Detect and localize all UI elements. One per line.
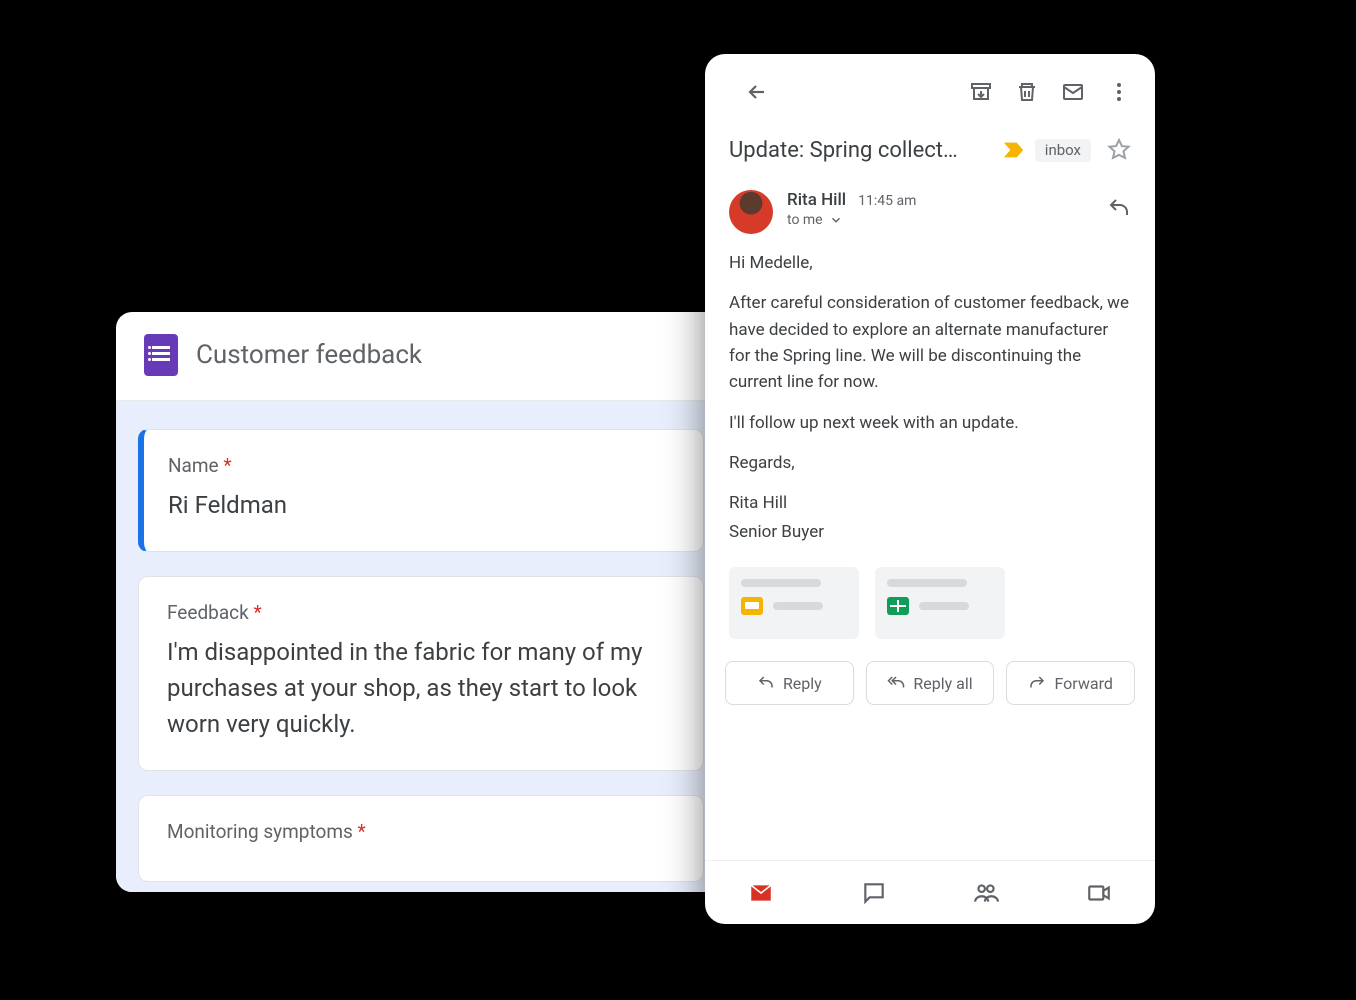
- form-field-name[interactable]: Name * Ri Feldman: [138, 429, 704, 552]
- required-asterisk: *: [358, 820, 366, 843]
- bottom-nav: [705, 860, 1155, 924]
- body-paragraph: After careful consideration of customer …: [729, 290, 1131, 395]
- field-label: Monitoring symptoms *: [167, 820, 675, 843]
- placeholder-line: [887, 579, 967, 587]
- nav-meet-icon[interactable]: [1085, 879, 1113, 907]
- to-label: to me: [787, 212, 823, 228]
- forward-label: Forward: [1054, 674, 1112, 693]
- field-value[interactable]: Ri Feldman: [168, 487, 675, 523]
- placeholder-line: [741, 579, 821, 587]
- label-text: Name: [168, 454, 219, 477]
- reply-icon[interactable]: [1101, 190, 1137, 226]
- sheets-icon: [887, 597, 909, 615]
- forms-title: Customer feedback: [196, 340, 422, 370]
- nav-spaces-icon[interactable]: [972, 879, 1000, 907]
- mark-unread-icon[interactable]: [1055, 74, 1091, 110]
- label-text: Feedback: [167, 601, 249, 624]
- nav-chat-icon[interactable]: [860, 879, 888, 907]
- email-body: Hi Medelle, After careful consideration …: [705, 238, 1155, 563]
- nav-mail-icon[interactable]: [747, 879, 775, 907]
- sender-time: 11:45 am: [858, 193, 916, 209]
- slides-icon: [741, 597, 763, 615]
- field-label: Name *: [168, 454, 675, 477]
- forms-app-icon: [144, 334, 178, 376]
- placeholder-line: [919, 602, 969, 610]
- forms-card: Customer feedback Name * Ri Feldman Feed…: [116, 312, 726, 892]
- signature-name: Rita Hill: [729, 490, 1131, 516]
- action-row: Reply Reply all Forward: [705, 655, 1155, 721]
- sender-meta: Rita Hill 11:45 am to me: [787, 190, 1087, 228]
- star-icon[interactable]: [1101, 132, 1137, 168]
- required-asterisk: *: [253, 601, 261, 624]
- sender-name[interactable]: Rita Hill: [787, 190, 846, 210]
- body-greeting: Hi Medelle,: [729, 250, 1131, 276]
- form-field-monitoring[interactable]: Monitoring symptoms *: [138, 795, 704, 882]
- attachment-sheets[interactable]: [875, 567, 1005, 639]
- field-label: Feedback *: [167, 601, 675, 624]
- reply-all-label: Reply all: [913, 674, 972, 693]
- reply-button[interactable]: Reply: [725, 661, 854, 705]
- form-field-feedback[interactable]: Feedback * I'm disappointed in the fabri…: [138, 576, 704, 771]
- chevron-down-icon: [829, 213, 843, 227]
- delete-icon[interactable]: [1009, 74, 1045, 110]
- label-text: Monitoring symptoms: [167, 820, 353, 843]
- subject-row: Update: Spring collect… inbox: [705, 114, 1155, 172]
- forms-header: Customer feedback: [116, 312, 726, 401]
- body-closing: Regards,: [729, 450, 1131, 476]
- attachments: [705, 563, 1155, 655]
- reply-label: Reply: [783, 674, 822, 693]
- important-marker-icon[interactable]: [1003, 141, 1025, 159]
- forms-body: Name * Ri Feldman Feedback * I'm disappo…: [116, 401, 726, 892]
- placeholder-line: [773, 602, 823, 610]
- sender-avatar[interactable]: [729, 190, 773, 234]
- forward-button[interactable]: Forward: [1006, 661, 1135, 705]
- sender-row: Rita Hill 11:45 am to me: [705, 172, 1155, 238]
- signature-title: Senior Buyer: [729, 519, 1131, 545]
- more-icon[interactable]: [1101, 74, 1137, 110]
- gmail-toolbar: [705, 54, 1155, 114]
- email-subject: Update: Spring collect…: [729, 138, 993, 163]
- field-value[interactable]: I'm disappointed in the fabric for many …: [167, 634, 675, 742]
- reply-all-button[interactable]: Reply all: [866, 661, 995, 705]
- back-icon[interactable]: [739, 74, 775, 110]
- recipient-toggle[interactable]: to me: [787, 212, 1087, 228]
- required-asterisk: *: [223, 454, 231, 477]
- inbox-label[interactable]: inbox: [1035, 139, 1091, 162]
- attachment-slides[interactable]: [729, 567, 859, 639]
- body-paragraph: I'll follow up next week with an update.: [729, 410, 1131, 436]
- gmail-card: Update: Spring collect… inbox Rita Hill …: [705, 54, 1155, 924]
- archive-icon[interactable]: [963, 74, 999, 110]
